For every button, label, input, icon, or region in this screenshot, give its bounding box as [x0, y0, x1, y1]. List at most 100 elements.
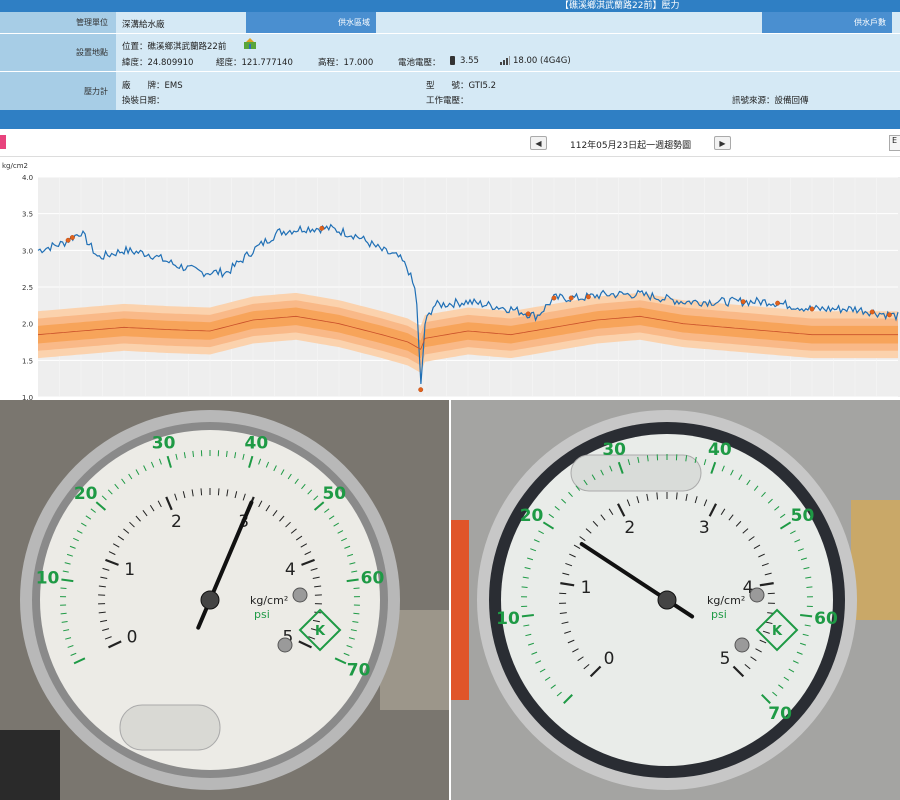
gauge-photos: 10203040506070012345kg/cm²psiK 102030405…	[0, 400, 900, 800]
gauge-photo-right: 10 20 30 40 50 60 70 0 1 2 3 4 5 kg/cm² psi K	[451, 400, 900, 800]
anomaly-marker[interactable]	[586, 294, 591, 300]
psi-tick-label: 40	[245, 434, 269, 454]
battery-value: 3.55	[460, 56, 479, 66]
info-row-meter: 壓力計 廠 牌：EMS 型 號：GTI5.2 換裝日期： 工作電壓： 訊號來源：…	[0, 72, 900, 110]
anomaly-marker[interactable]	[740, 299, 746, 305]
sidebar-toggle[interactable]	[0, 135, 6, 149]
anomaly-marker[interactable]	[418, 387, 424, 393]
y-tick-label: 1.5	[22, 357, 33, 365]
needle-hub	[657, 590, 677, 610]
kg-tick-label: 4	[285, 560, 296, 580]
gauge-fitting	[851, 500, 900, 620]
gauge-right-svg: 102030 40506070012 345kg/cm²psiK	[451, 400, 900, 800]
psi-tick-label: 30	[152, 434, 176, 454]
pressure-chart: kg/cm2 4.0 3.5 3.0 2.5 2.0 1.5 1.0	[0, 157, 900, 402]
info-row-site: 設置地點 位置：礁溪鄉淇武蘭路22前 緯度：24.809910 經度：121.7…	[0, 34, 900, 72]
anomaly-marker[interactable]	[319, 225, 325, 231]
brand-logo-text: K	[315, 624, 326, 639]
psi-tick-label: 30	[602, 440, 626, 460]
screw-icon	[292, 587, 308, 603]
anomaly-marker[interactable]	[775, 300, 780, 306]
y-tick-label: 3.0	[22, 247, 33, 255]
location-text: 位置：礁溪鄉淇武蘭路22前	[122, 42, 227, 52]
psi-tick-label: 20	[520, 506, 544, 526]
anomaly-marker[interactable]	[809, 306, 815, 312]
map-icon[interactable]	[244, 38, 256, 49]
station-info-table: 管理單位 深溝給水廠 供水區域 供水戶數 設置地點 位置：礁溪鄉淇武蘭路22前 …	[0, 12, 900, 110]
kg-tick-label: 2	[171, 512, 182, 532]
gauge-unit2-label: psi	[254, 608, 270, 621]
y-tick-label: 2.5	[22, 284, 33, 292]
supply-area-label: 供水區域	[246, 12, 376, 33]
psi-tick	[60, 612, 67, 615]
y-tick-label: 3.5	[22, 211, 33, 219]
page-header: 【礁溪鄉淇武蘭路22前】壓力	[0, 0, 900, 12]
psi-tick-label: 70	[347, 660, 371, 680]
anomaly-marker[interactable]	[568, 295, 574, 301]
work-voltage-text: 工作電壓：	[426, 96, 469, 106]
gauge-left-svg: 10203040506070012345kg/cm²psiK	[0, 400, 449, 800]
psi-tick	[225, 450, 228, 458]
psi-tick-label: 20	[74, 484, 98, 504]
kg-tick-label: 1	[581, 578, 592, 598]
anomaly-marker[interactable]	[525, 311, 531, 317]
install-date-text: 換裝日期：	[122, 96, 165, 106]
gauge-unit-label: kg/cm²	[707, 594, 745, 607]
kg-tick-label: 2	[624, 518, 635, 538]
kg-tick-label: 1	[124, 560, 135, 580]
signal-source-text: 訊號來源：設備回傳	[732, 96, 809, 106]
battery-icon	[450, 56, 455, 65]
anomaly-marker[interactable]	[70, 235, 75, 240]
signal-value: 18.00 (4G4G)	[513, 56, 571, 66]
psi-tick-label: 10	[36, 569, 60, 589]
chart-nav: ◀ 112年05月23日起一週趨勢圖 ▶ E	[0, 129, 900, 157]
next-week-button[interactable]: ▶	[714, 136, 731, 150]
psi-tick	[353, 612, 360, 615]
meter-label: 壓力計	[0, 72, 116, 110]
kg-tick	[200, 488, 203, 496]
psi-tick	[806, 586, 813, 588]
brand-text: 廠 牌：EMS	[122, 81, 183, 91]
section-divider-bar	[0, 110, 900, 129]
anomaly-marker[interactable]	[869, 309, 875, 315]
export-button[interactable]: E	[889, 135, 900, 151]
y-tick-label: 2.0	[22, 321, 33, 329]
psi-tick-label: 40	[708, 440, 732, 460]
info-row-management: 管理單位 深溝給水廠 供水區域 供水戶數	[0, 12, 900, 34]
gauge-photo-left: 10203040506070012345kg/cm²psiK	[0, 400, 449, 800]
psi-tick	[521, 586, 528, 588]
kg-tick-label: 0	[127, 627, 138, 647]
kg-tick-label: 3	[699, 518, 710, 538]
psi-tick-label: 70	[768, 704, 792, 724]
psi-tick	[192, 450, 195, 458]
mgmt-value: 深溝給水廠	[122, 20, 165, 30]
prev-week-button[interactable]: ◀	[530, 136, 547, 150]
site-label: 設置地點	[0, 34, 116, 71]
psi-tick-label: 10	[496, 609, 520, 629]
y-tick-label: 4.0	[22, 174, 33, 182]
latitude-text: 緯度：24.809910	[122, 58, 194, 68]
screw-icon	[749, 587, 765, 603]
anomaly-marker[interactable]	[887, 312, 892, 318]
chart-period-title: 112年05月23日起一週趨勢圖	[570, 141, 692, 151]
needle-hub	[200, 590, 220, 610]
page-title: 【礁溪鄉淇武蘭路22前】壓力	[560, 1, 680, 11]
kg-tick-label: 5	[720, 649, 731, 669]
screw-icon	[277, 637, 293, 653]
chart-y-axis-label: kg/cm2	[2, 162, 28, 170]
psi-tick-label: 60	[361, 569, 385, 589]
model-text: 型 號：GTI5.2	[426, 81, 497, 91]
kg-tick	[676, 492, 678, 500]
pressure-chart-svg: kg/cm2 4.03.53.02.52.01.51.0	[2, 162, 900, 402]
kg-tick-label: 0	[604, 649, 615, 669]
anomaly-marker[interactable]	[65, 237, 71, 243]
gauge-unit2-label: psi	[711, 608, 727, 621]
kg-tick	[217, 488, 220, 496]
longitude-text: 經度：121.777140	[216, 58, 293, 68]
supply-households-label: 供水戶數	[762, 12, 892, 33]
anomaly-marker[interactable]	[551, 295, 557, 301]
brand-logo-text: K	[772, 624, 783, 639]
psi-tick-label: 60	[814, 609, 838, 629]
kg-tick	[656, 492, 658, 500]
elevation-text: 高程：17.000	[318, 58, 374, 68]
